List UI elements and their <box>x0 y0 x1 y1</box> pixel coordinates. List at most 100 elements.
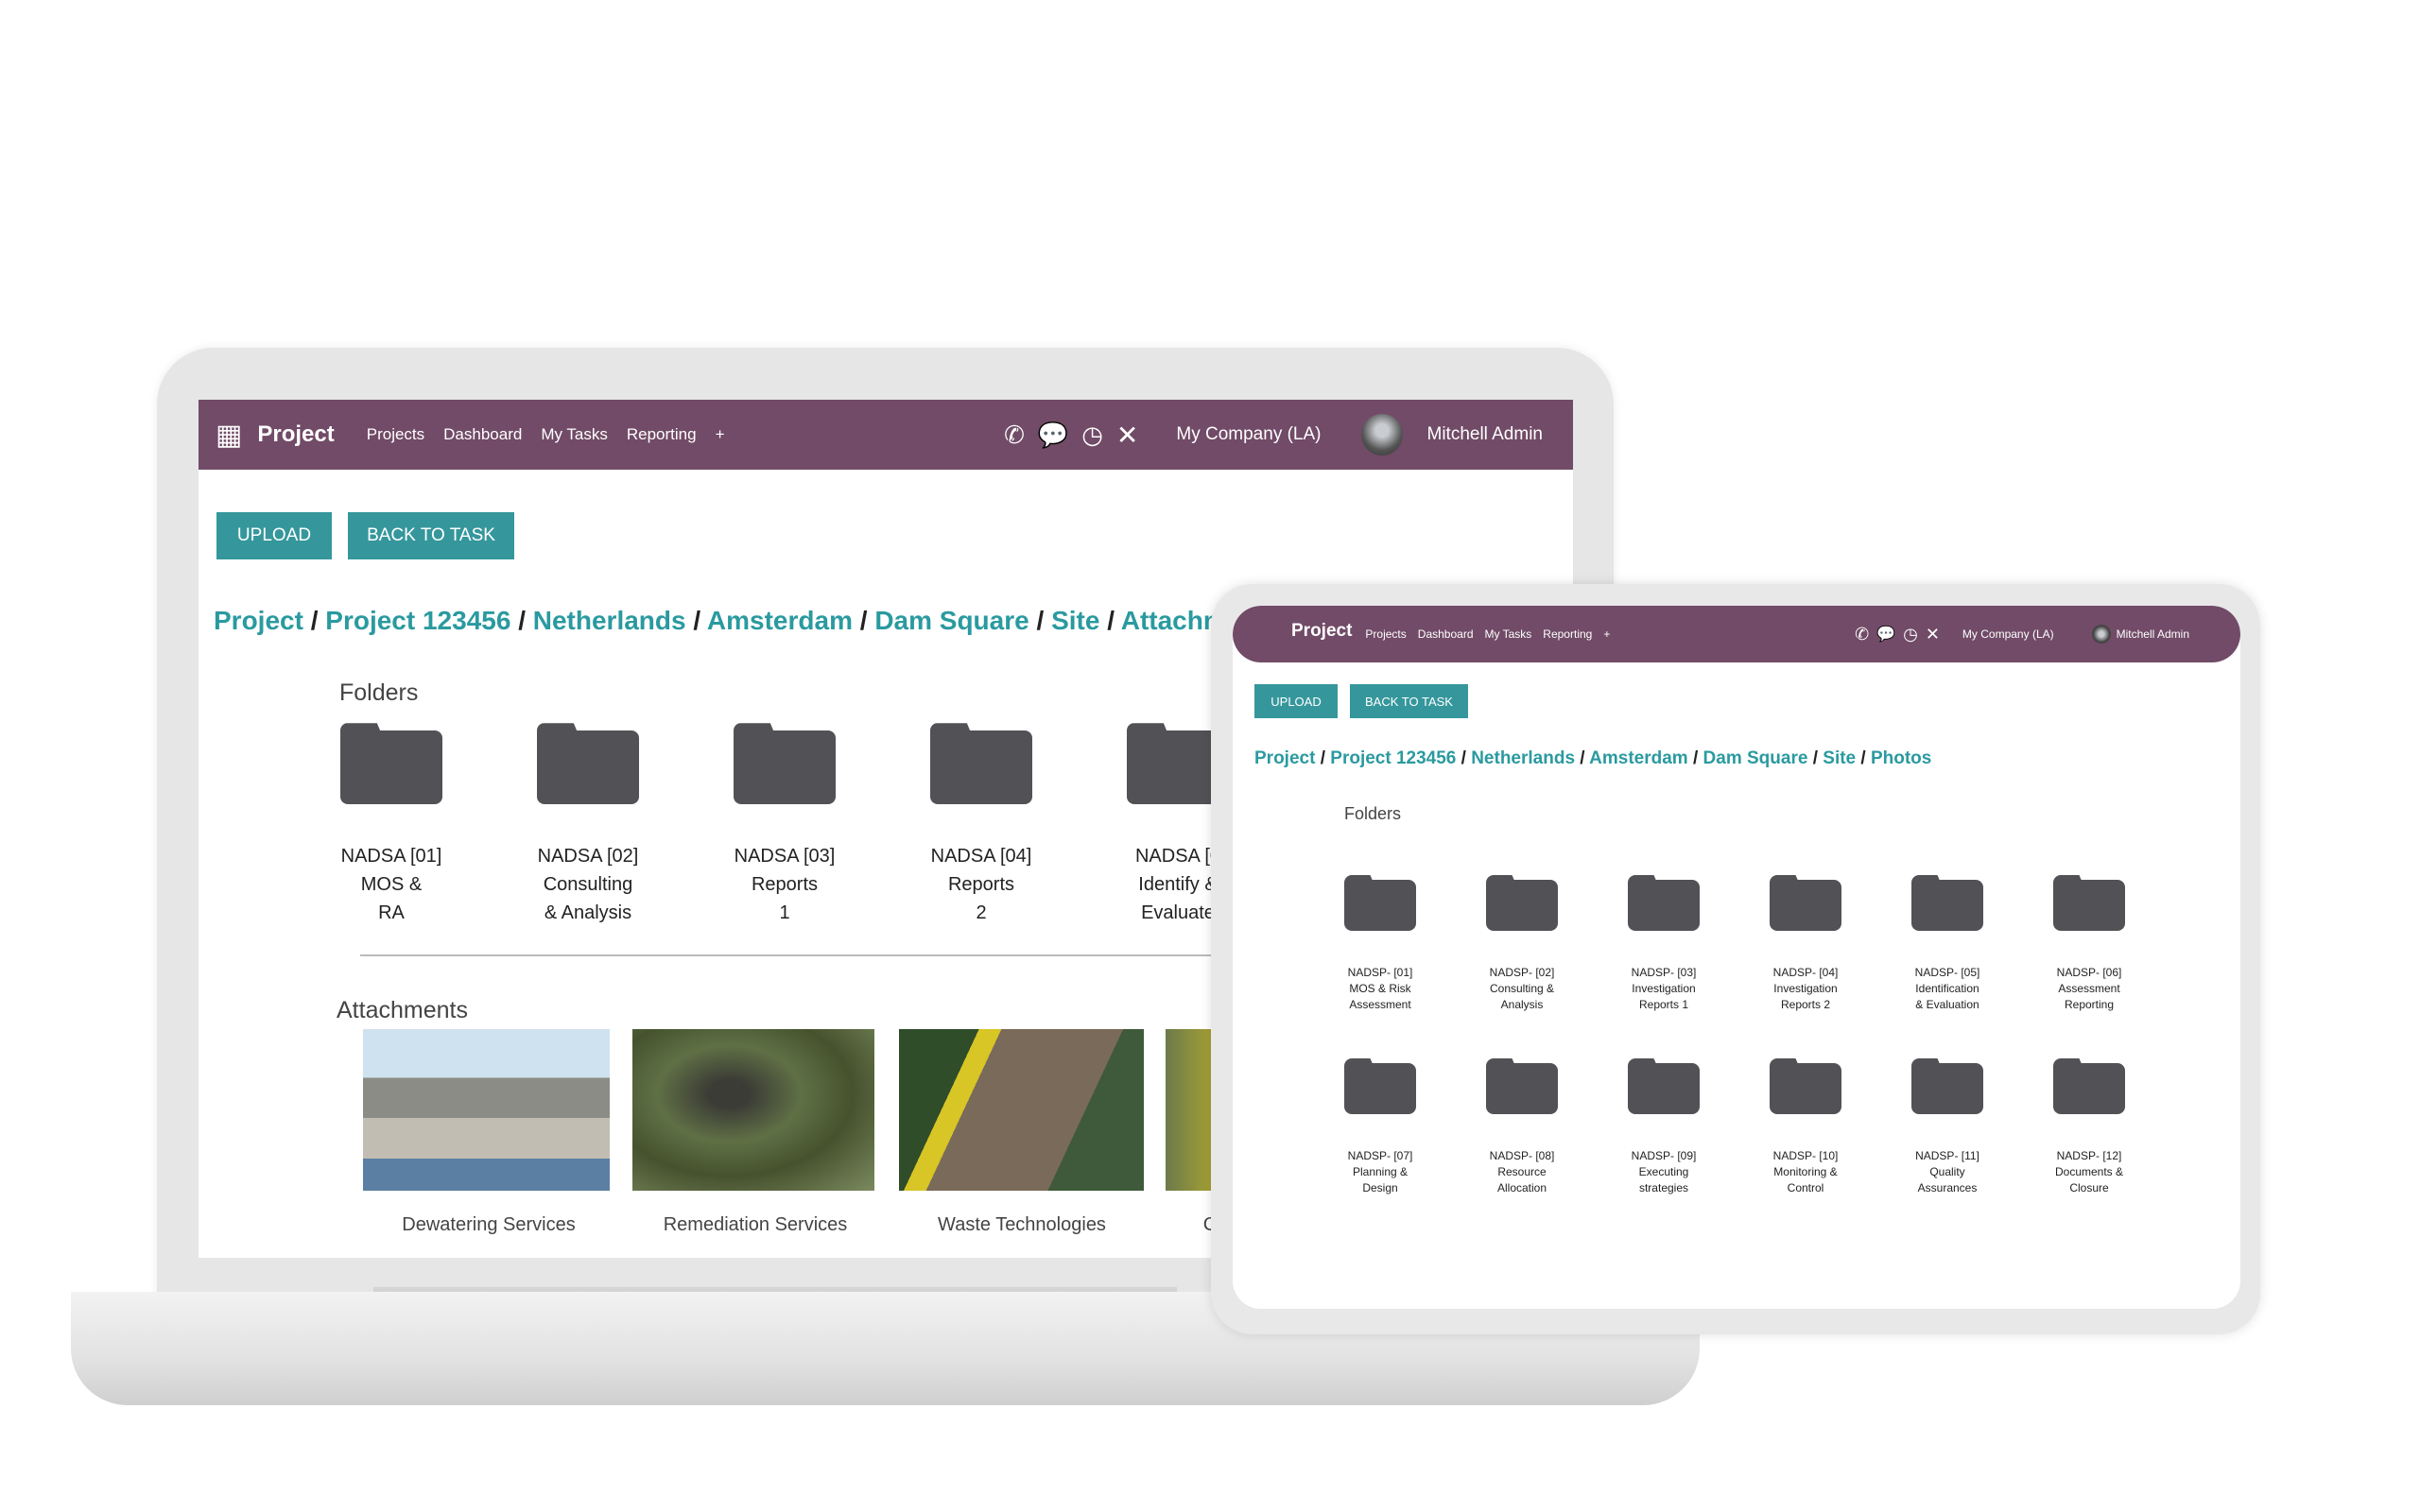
nav-reporting[interactable]: Reporting <box>627 425 697 444</box>
folder-label[interactable]: NADSP- [07] Planning & Design <box>1348 1148 1413 1196</box>
folder-icon[interactable] <box>734 730 836 804</box>
folder-label[interactable]: NADSP- [11] Quality Assurances <box>1915 1148 1979 1196</box>
breadcrumb-item[interactable]: Project <box>1254 748 1315 768</box>
folder-label[interactable]: NADSP- [02] Consulting & Analysis <box>1490 965 1555 1013</box>
folder-label-line: Identification <box>1915 982 1979 995</box>
folder-label-line: MOS & <box>360 874 423 895</box>
attachment-image-dewatering[interactable] <box>363 1029 610 1191</box>
folder-icon[interactable] <box>1486 1063 1558 1114</box>
folder-label[interactable]: NADSP- [12] Documents & Closure <box>2055 1148 2123 1196</box>
folder-label-line: Reporting <box>2064 998 2115 1011</box>
folder-label[interactable]: NADSA [0 Identify & Evaluate <box>1135 842 1220 927</box>
user-menu[interactable]: Mitchell Admin <box>2117 627 2189 641</box>
attachment-image-waste[interactable] <box>899 1029 1144 1191</box>
folder-label[interactable]: NADSP- [05] Identification & Evaluation <box>1915 965 1980 1013</box>
avatar[interactable] <box>1360 414 1403 455</box>
tools-icon[interactable]: ✕ <box>1116 420 1138 451</box>
folder-icon[interactable] <box>1628 1063 1700 1114</box>
attachment-caption: Dewatering Services <box>402 1214 576 1235</box>
breadcrumb-item[interactable]: Project 123456 <box>1330 748 1456 768</box>
folder-label-line: Assurances <box>1917 1181 1978 1194</box>
nav-my-tasks[interactable]: My Tasks <box>541 425 608 444</box>
breadcrumb-item[interactable]: Site <box>1051 606 1099 635</box>
nav-reporting[interactable]: Reporting <box>1543 627 1592 641</box>
folder-icon[interactable] <box>1770 880 1841 931</box>
upload-button[interactable]: UPLOAD <box>1254 684 1338 718</box>
folders-heading: Folders <box>1344 804 1402 823</box>
attachment-caption: Waste Technologies <box>938 1214 1106 1235</box>
attachments-heading: Attachments <box>337 997 468 1023</box>
company-switcher[interactable]: My Company (LA) <box>1176 424 1321 445</box>
breadcrumb-item[interactable]: Amsterdam <box>1589 748 1688 768</box>
breadcrumb-item[interactable]: Netherlands <box>533 606 686 635</box>
folder-label-line: Planning & <box>1352 1165 1409 1178</box>
folder-label[interactable]: NADSP- [01] MOS & Risk Assessment <box>1348 965 1413 1013</box>
folder-label-line: Consulting & <box>1489 982 1555 995</box>
folder-label-line: NADSA [04] <box>930 846 1032 867</box>
breadcrumb-item[interactable]: Dam Square <box>1703 748 1808 768</box>
folder-label[interactable]: NADSP- [10] Monitoring & Control <box>1773 1148 1839 1196</box>
folder-label[interactable]: NADSA [04] Reports 2 <box>931 842 1032 927</box>
breadcrumb-separator: / <box>1575 748 1590 768</box>
folder-icon[interactable] <box>1486 880 1558 931</box>
back-to-task-button[interactable]: BACK TO TASK <box>1350 684 1468 718</box>
nav-my-tasks[interactable]: My Tasks <box>1485 627 1532 641</box>
breadcrumb-item[interactable]: Project 123456 <box>325 606 510 635</box>
nav-add[interactable]: + <box>1603 627 1610 641</box>
nav-dashboard[interactable]: Dashboard <box>443 425 522 444</box>
folder-icon[interactable] <box>2053 1063 2125 1114</box>
breadcrumb-item[interactable]: Project <box>214 606 303 635</box>
breadcrumb-item[interactable]: Amsterdam <box>707 606 853 635</box>
phone-icon[interactable]: ✆ <box>1855 625 1869 644</box>
folder-label[interactable]: NADSP- [09] Executing strategies <box>1632 1148 1697 1196</box>
folder-icon[interactable] <box>537 730 639 804</box>
chat-icon[interactable]: 💬 <box>1876 625 1895 644</box>
breadcrumb-item[interactable]: Photos <box>1871 748 1931 768</box>
folder-label[interactable]: NADSA [02] Consulting & Analysis <box>538 842 639 927</box>
breadcrumb-separator: / <box>852 606 875 635</box>
folder-label-line: & Analysis <box>544 902 632 923</box>
folder-icon[interactable] <box>1344 1063 1416 1114</box>
attachment-image-remediation[interactable] <box>632 1029 874 1191</box>
folders-heading: Folders <box>339 679 419 706</box>
folder-icon[interactable] <box>1911 880 1983 931</box>
breadcrumb-item[interactable]: Dam Square <box>874 606 1028 635</box>
app-title[interactable]: Project <box>257 421 334 448</box>
clock-icon[interactable]: ◷ <box>1081 421 1103 450</box>
avatar[interactable] <box>2091 625 2111 644</box>
folder-label-line: NADSP- [05] <box>1914 966 1980 979</box>
nav-projects[interactable]: Projects <box>367 425 424 444</box>
folder-label[interactable]: NADSP- [03] Investigation Reports 1 <box>1632 965 1697 1013</box>
app-title[interactable]: Project <box>1291 621 1352 642</box>
folder-icon[interactable] <box>2053 880 2125 931</box>
folder-icon[interactable] <box>1628 880 1700 931</box>
tools-icon[interactable]: ✕ <box>1926 625 1940 644</box>
folder-label[interactable]: NADSP- [06] Assessment Reporting <box>2057 965 2122 1013</box>
folder-icon[interactable] <box>1770 1063 1841 1114</box>
folder-label[interactable]: NADSA [03] Reports 1 <box>735 842 836 927</box>
folder-icon[interactable] <box>930 730 1032 804</box>
folder-label-line: Resource <box>1497 1165 1547 1178</box>
breadcrumb-separator: / <box>510 606 533 635</box>
folder-label[interactable]: NADSA [01] MOS & RA <box>341 842 442 927</box>
breadcrumb-item[interactable]: Site <box>1823 748 1856 768</box>
folder-label[interactable]: NADSP- [08] Resource Allocation <box>1490 1148 1555 1196</box>
app-grid-icon[interactable]: ▦ <box>216 419 242 452</box>
chat-icon[interactable]: 💬 <box>1038 421 1068 450</box>
upload-button[interactable]: UPLOAD <box>216 512 332 559</box>
folder-label[interactable]: NADSP- [04] Investigation Reports 2 <box>1773 965 1839 1013</box>
user-menu[interactable]: Mitchell Admin <box>1427 424 1544 445</box>
nav-add[interactable]: + <box>716 425 725 444</box>
back-to-task-button[interactable]: BACK TO TASK <box>348 512 514 559</box>
nav-dashboard[interactable]: Dashboard <box>1418 627 1474 641</box>
folder-label-line: NADSP- [10] <box>1772 1149 1839 1162</box>
folder-label-line: NADSA [02] <box>537 846 639 867</box>
company-switcher[interactable]: My Company (LA) <box>1962 627 2054 641</box>
breadcrumb-item[interactable]: Netherlands <box>1471 748 1575 768</box>
folder-icon[interactable] <box>1344 880 1416 931</box>
nav-projects[interactable]: Projects <box>1365 627 1406 641</box>
folder-icon[interactable] <box>1911 1063 1983 1114</box>
phone-icon[interactable]: ✆ <box>1004 421 1025 450</box>
clock-icon[interactable]: ◷ <box>1903 625 1918 644</box>
folder-icon[interactable] <box>340 730 442 804</box>
